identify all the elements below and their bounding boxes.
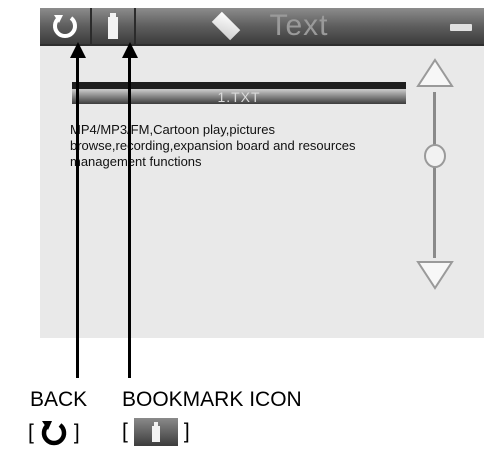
- title-area: Text: [136, 8, 406, 44]
- back-callout-line: [76, 56, 79, 378]
- document-header: 1.TXT: [72, 82, 406, 105]
- bookmark-callout-arrowhead: [122, 42, 138, 58]
- minus-icon[interactable]: [450, 24, 472, 31]
- scroll-track[interactable]: [433, 92, 436, 258]
- back-callout-arrowhead: [70, 42, 86, 58]
- bookmark-callout-line: [128, 56, 131, 378]
- scroll-down-button[interactable]: [416, 261, 454, 290]
- refresh-arrow-icon: [53, 15, 77, 38]
- back-button[interactable]: [40, 8, 92, 44]
- triangle-down-icon: [416, 261, 454, 290]
- bookmark-icon: [151, 422, 160, 442]
- file-name: 1.TXT: [217, 89, 261, 105]
- bracket-open: [: [28, 421, 34, 444]
- triangle-up-icon: [416, 58, 454, 87]
- back-label: BACK: [30, 388, 88, 411]
- bracket-open: [: [122, 420, 128, 443]
- device-screen: Text 1.TXT MP4/MP3/FM,Cartoon play,pictu…: [40, 8, 484, 338]
- bracket-close: ]: [183, 420, 190, 443]
- circle-icon[interactable]: [424, 144, 446, 168]
- back-icon-sample: [ ]: [28, 418, 80, 448]
- bookmark-icon: [108, 13, 118, 39]
- document-text: MP4/MP3/FM,Cartoon play,pictures browse,…: [70, 122, 356, 169]
- bookmark-label: BOOKMARK ICON: [122, 388, 302, 411]
- scrollbar[interactable]: [412, 56, 458, 296]
- bookmark-button[interactable]: [92, 8, 136, 44]
- refresh-arrow-icon: [41, 421, 67, 446]
- bookmark-icon-sample: [ ]: [122, 418, 190, 446]
- window-title: Text: [269, 9, 329, 42]
- bookmark-icon-box: [133, 418, 178, 446]
- title-bar: Text: [40, 8, 484, 46]
- diamond-icon: [212, 11, 241, 41]
- scroll-up-button[interactable]: [416, 58, 454, 87]
- bracket-close: ]: [73, 421, 80, 444]
